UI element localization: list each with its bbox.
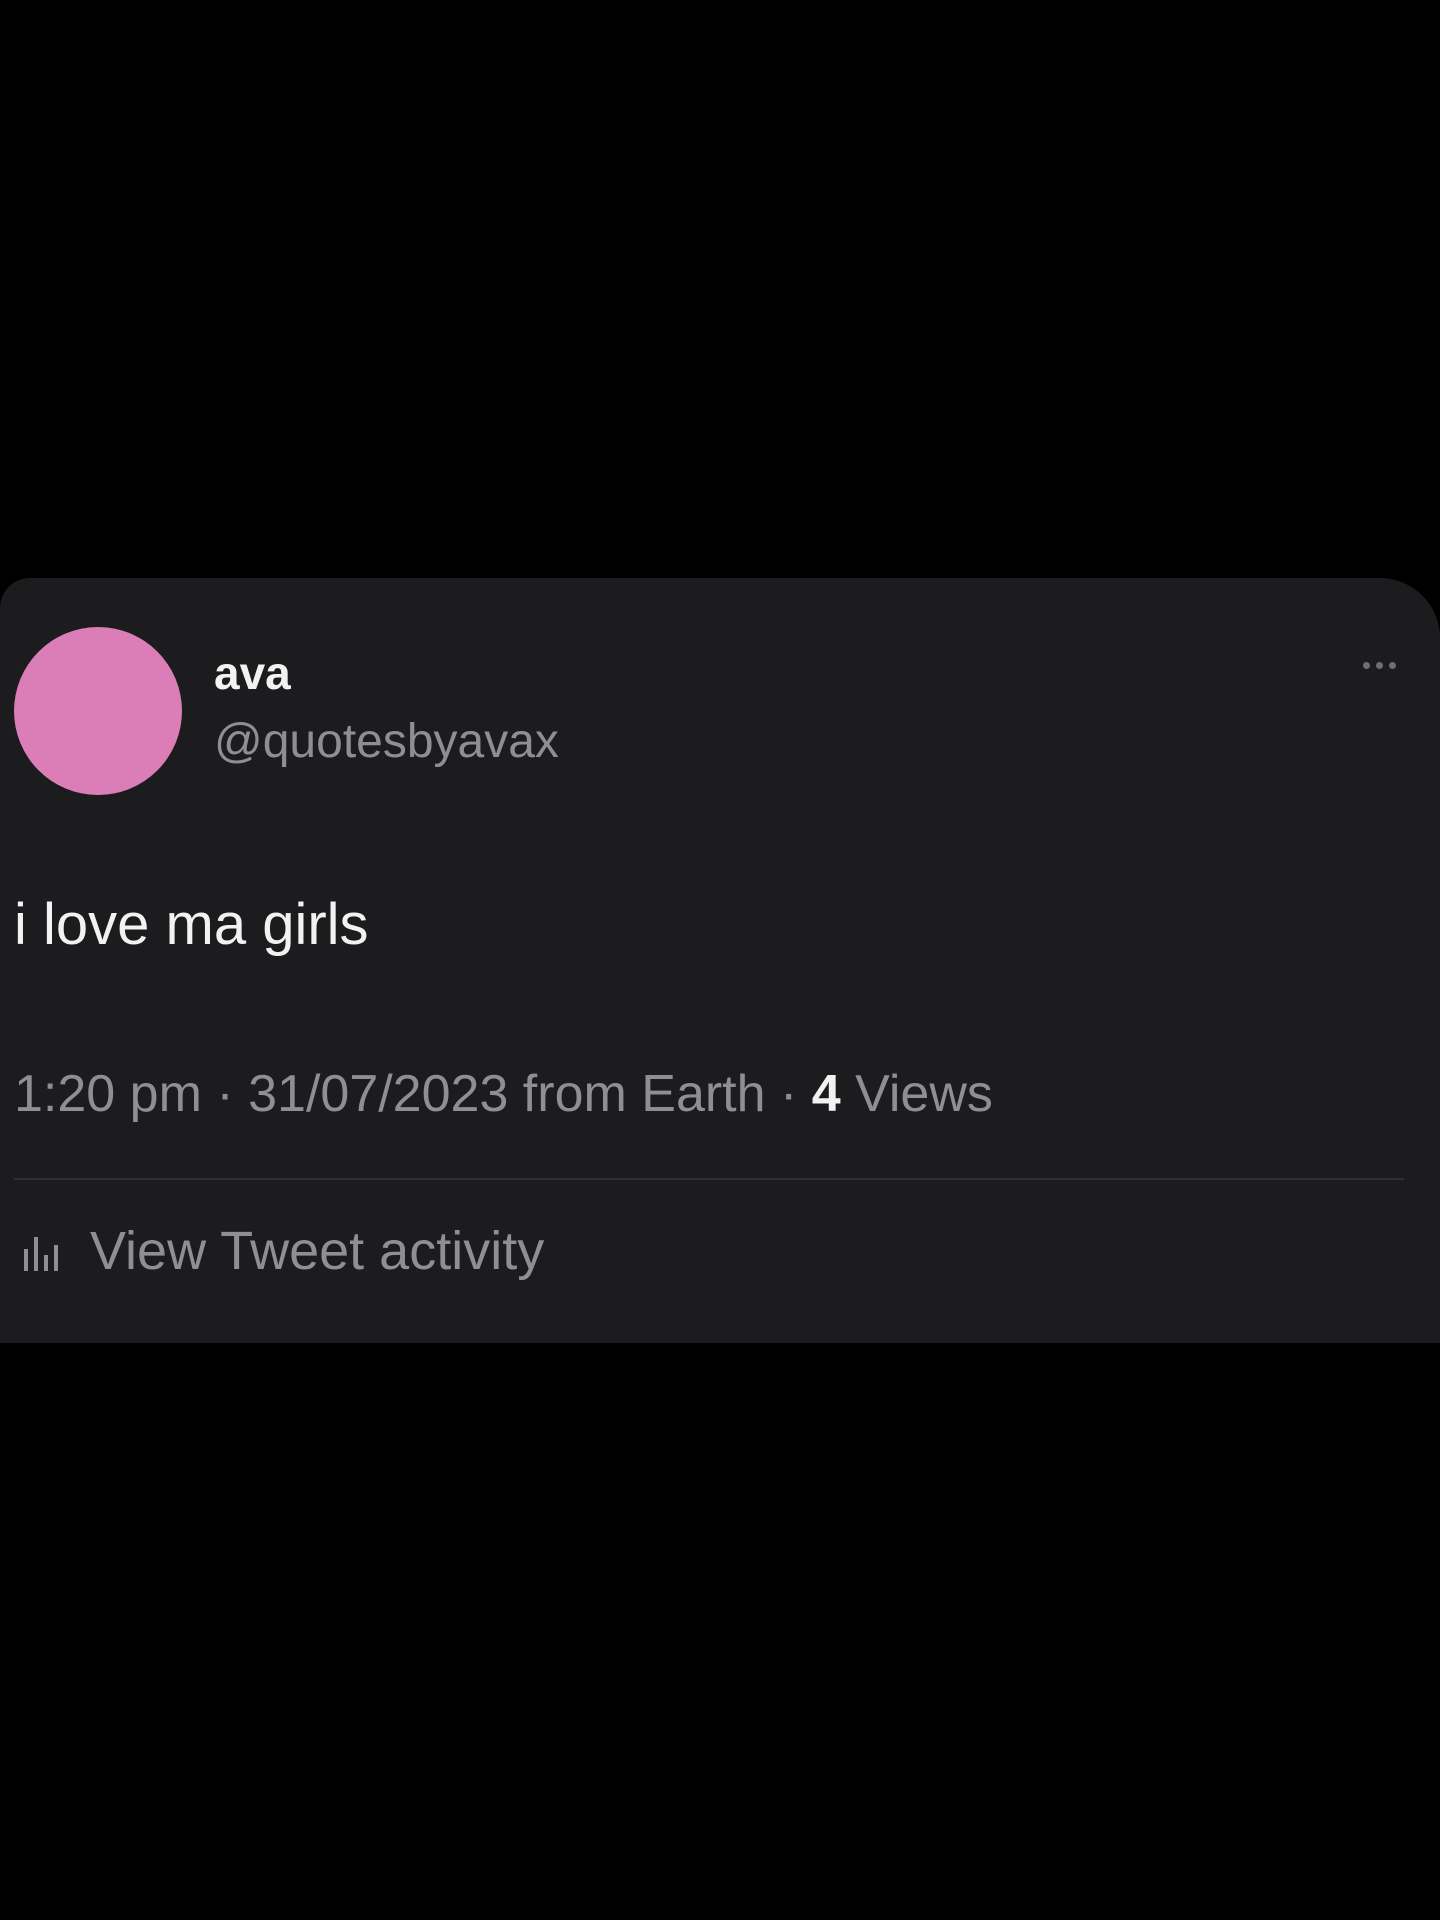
avatar[interactable] (14, 627, 182, 795)
tweet-meta: 1:20 pm · 31/07/2023 from Earth · 4 View… (14, 1068, 993, 1120)
user-handle[interactable]: @quotesbyavax (214, 718, 559, 766)
more-options-icon[interactable] (1363, 662, 1396, 669)
bar-chart-icon (24, 1237, 58, 1271)
tweet-text: i love ma girls (14, 892, 369, 957)
more-dot (1363, 662, 1370, 669)
more-dot (1376, 662, 1383, 669)
page: ava @quotesbyavax i love ma girls 1:20 p… (0, 0, 1440, 1920)
activity-label: View Tweet activity (90, 1221, 545, 1281)
views-count[interactable]: 4 (812, 1065, 841, 1123)
more-dot (1389, 662, 1396, 669)
tweet-time[interactable]: 1:20 pm (14, 1065, 202, 1123)
views-label[interactable]: Views (841, 1065, 993, 1123)
view-tweet-activity-button[interactable]: View Tweet activity (20, 1224, 544, 1278)
tweet-card: ava @quotesbyavax i love ma girls 1:20 p… (0, 578, 1440, 1343)
meta-separator: · (201, 1065, 249, 1123)
display-name[interactable]: ava (214, 650, 291, 696)
divider (14, 1178, 1404, 1180)
meta-separator: · (765, 1065, 812, 1123)
tweet-date-source[interactable]: 31/07/2023 from Earth (248, 1065, 765, 1123)
